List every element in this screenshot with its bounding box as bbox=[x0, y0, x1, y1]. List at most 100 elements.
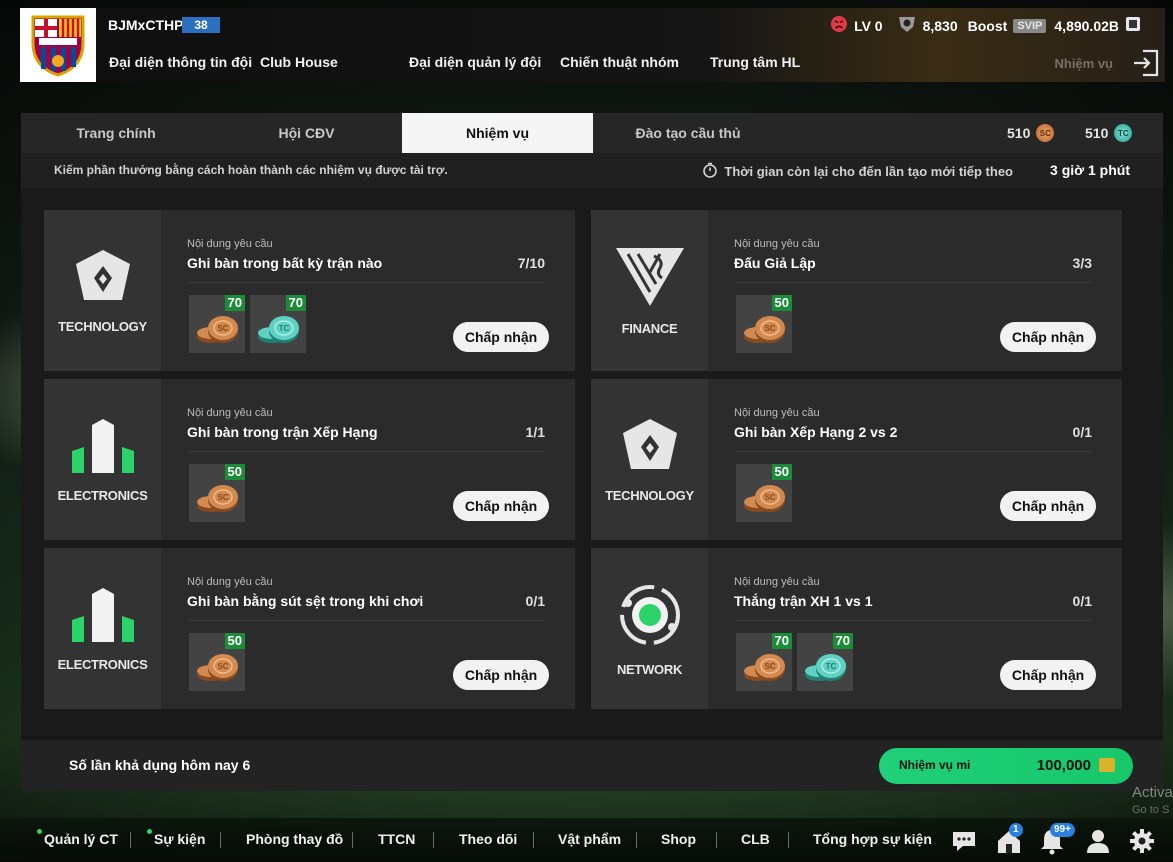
username: BJMxCTHP bbox=[108, 17, 184, 33]
requirement-label: Nội dung yêu cầu bbox=[187, 238, 273, 250]
card-divider bbox=[734, 620, 1092, 621]
reward-item-sc[interactable]: SC 50 bbox=[736, 295, 792, 353]
activation-watermark-sub: Go to S bbox=[1132, 804, 1170, 816]
svg-text:SC: SC bbox=[217, 324, 228, 333]
accept-button[interactable]: Chấp nhận bbox=[1000, 660, 1096, 690]
nav-team-tactics[interactable]: Chiến thuật nhóm bbox=[560, 54, 679, 70]
svg-text:TC: TC bbox=[279, 324, 290, 333]
electronics-logo-icon bbox=[70, 586, 136, 649]
bottom-nav-locker-room[interactable]: Phòng thay đồ bbox=[246, 831, 343, 847]
sponsor-name: TECHNOLOGY bbox=[58, 318, 147, 334]
reward-list: SC 50 bbox=[736, 464, 792, 522]
tc-currency: 510 TC bbox=[1085, 113, 1133, 153]
tab-player-training[interactable]: Đào tạo cầu thủ bbox=[593, 113, 783, 153]
accept-button[interactable]: Chấp nhận bbox=[1000, 491, 1096, 521]
requirement-label: Nội dung yêu cầu bbox=[187, 407, 273, 419]
ghost-mission-label: Nhiệm vụ bbox=[1054, 56, 1113, 71]
bp-coin-icon bbox=[1099, 758, 1115, 772]
bottom-nav-events[interactable]: Sự kiện bbox=[147, 829, 206, 847]
sc-currency: 510 SC bbox=[1007, 113, 1055, 153]
accept-button[interactable]: Chấp nhận bbox=[453, 491, 549, 521]
sponsor-name: FINANCE bbox=[621, 320, 678, 336]
refresh-timer-label: Thời gian còn lại cho đến lần tạo mới ti… bbox=[702, 162, 1013, 181]
sc-coin-icon: SC bbox=[195, 649, 241, 690]
card-divider bbox=[734, 282, 1092, 283]
club-crest-icon[interactable] bbox=[20, 8, 96, 82]
nav-club-house[interactable]: Club House bbox=[260, 54, 338, 70]
nav-separator bbox=[433, 832, 434, 848]
reward-amount: 50 bbox=[224, 633, 245, 649]
reward-item-sc[interactable]: SC 50 bbox=[736, 464, 792, 522]
mission-title: Thắng trận XH 1 vs 1 bbox=[734, 593, 873, 609]
tc-amount: 510 bbox=[1085, 125, 1109, 141]
mission-card: NETWORK Nội dung yêu cầu Thắng trận XH 1 v… bbox=[591, 548, 1122, 709]
bottom-nav-label: Quản lý CT bbox=[44, 831, 118, 847]
tab-fan-club[interactable]: Hội CĐV bbox=[211, 113, 402, 153]
mission-button-label: Nhiệm vụ mi bbox=[899, 758, 971, 772]
bottom-nav: Quản lý CT Sự kiện Phòng thay đồ TTCN Th… bbox=[0, 818, 1173, 862]
gear-icon[interactable] bbox=[1128, 827, 1156, 855]
nav-training-center[interactable]: Trung tâm HL bbox=[710, 54, 800, 70]
sc-coin-icon: SC bbox=[195, 311, 241, 352]
reward-item-tc[interactable]: TC 70 bbox=[250, 295, 306, 353]
card-divider bbox=[734, 451, 1092, 452]
svg-text:SC: SC bbox=[764, 324, 775, 333]
timer-value: 3 giờ 1 phút bbox=[1050, 162, 1130, 178]
boost-label: Boost bbox=[967, 17, 1008, 34]
bottom-nav-follow[interactable]: Theo dõi bbox=[459, 831, 517, 847]
bottom-nav-items[interactable]: Vật phẩm bbox=[558, 831, 621, 847]
mission-title: Đấu Giả Lập bbox=[734, 255, 816, 271]
top-right-status: LV 0 8,830 Boost SVIP 4,890.02B bbox=[830, 15, 1141, 36]
tab-bar: Trang chính Hội CĐV Nhiệm vụ Đào tạo cầu… bbox=[21, 113, 1163, 153]
bottom-nav-club[interactable]: CLB bbox=[741, 831, 770, 847]
bottom-nav-label: Sự kiện bbox=[154, 831, 206, 847]
nav-team-info[interactable]: Đại diện thông tin đội bbox=[109, 54, 252, 70]
sponsor-badge: ELECTRONICS bbox=[44, 379, 161, 540]
daily-uses-text: Số lần khả dụng hôm nay 6 bbox=[69, 757, 251, 773]
requirement-label: Nội dung yêu cầu bbox=[187, 576, 273, 588]
reward-item-sc[interactable]: SC 70 bbox=[736, 633, 792, 691]
bottom-nav-team-management[interactable]: Quản lý CT bbox=[37, 829, 118, 847]
svg-text:SC: SC bbox=[217, 662, 228, 671]
mission-description: Kiếm phần thưởng bằng cách hoàn thành cá… bbox=[54, 163, 448, 177]
reward-item-sc[interactable]: SC 50 bbox=[189, 464, 245, 522]
sponsor-badge: ELECTRONICS bbox=[44, 548, 161, 709]
nav-separator bbox=[533, 832, 534, 848]
bottom-nav-shop[interactable]: Shop bbox=[661, 831, 696, 847]
mission-refresh-button[interactable]: Nhiệm vụ mi 100,000 bbox=[879, 748, 1133, 784]
card-divider bbox=[187, 620, 545, 621]
technology-logo-icon bbox=[72, 248, 134, 311]
reward-item-sc[interactable]: SC 50 bbox=[189, 633, 245, 691]
sponsor-badge: TECHNOLOGY bbox=[44, 210, 161, 371]
nav-separator bbox=[130, 832, 131, 848]
panel-footer: Số lần khả dụng hôm nay 6 Nhiệm vụ mi 10… bbox=[21, 740, 1163, 791]
tab-missions[interactable]: Nhiệm vụ bbox=[402, 113, 593, 153]
accept-button[interactable]: Chấp nhận bbox=[453, 660, 549, 690]
accept-button[interactable]: Chấp nhận bbox=[453, 322, 549, 352]
requirement-label: Nội dung yêu cầu bbox=[734, 407, 820, 419]
user-icon[interactable] bbox=[1084, 827, 1112, 855]
sponsor-badge: NETWORK bbox=[591, 548, 708, 709]
mission-card: ELECTRONICS Nội dung yêu cầu Ghi bàn bằng … bbox=[44, 548, 575, 709]
reward-item-sc[interactable]: SC 70 bbox=[189, 295, 245, 353]
tc-coin-icon: TC bbox=[256, 311, 302, 352]
bottom-nav-event-summary[interactable]: Tổng hợp sự kiện bbox=[813, 831, 932, 847]
bell-badge: 99+ bbox=[1050, 823, 1075, 837]
nav-separator bbox=[788, 832, 789, 848]
bottom-nav-ttcn[interactable]: TTCN bbox=[378, 831, 415, 847]
reward-item-tc[interactable]: TC 70 bbox=[797, 633, 853, 691]
angry-face-icon bbox=[830, 15, 848, 36]
sc-amount: 510 bbox=[1007, 125, 1031, 141]
card-divider bbox=[187, 282, 545, 283]
accept-button[interactable]: Chấp nhận bbox=[1000, 322, 1096, 352]
timer-label: Thời gian còn lại cho đến lần tạo mới ti… bbox=[724, 164, 1013, 179]
mission-card: ELECTRONICS Nội dung yêu cầu Ghi bàn trong… bbox=[44, 379, 575, 540]
tc-coin-icon: TC bbox=[803, 649, 849, 690]
nav-team-manager[interactable]: Đại diện quản lý đội bbox=[409, 54, 541, 70]
exit-icon[interactable] bbox=[1131, 48, 1161, 78]
mission-subheader: Kiếm phần thưởng bằng cách hoàn thành cá… bbox=[21, 153, 1163, 188]
mission-progress: 0/1 bbox=[525, 593, 545, 609]
tab-home[interactable]: Trang chính bbox=[21, 113, 211, 153]
reward-list: SC 70 TC 70 bbox=[189, 295, 306, 353]
chat-icon[interactable] bbox=[950, 827, 978, 855]
